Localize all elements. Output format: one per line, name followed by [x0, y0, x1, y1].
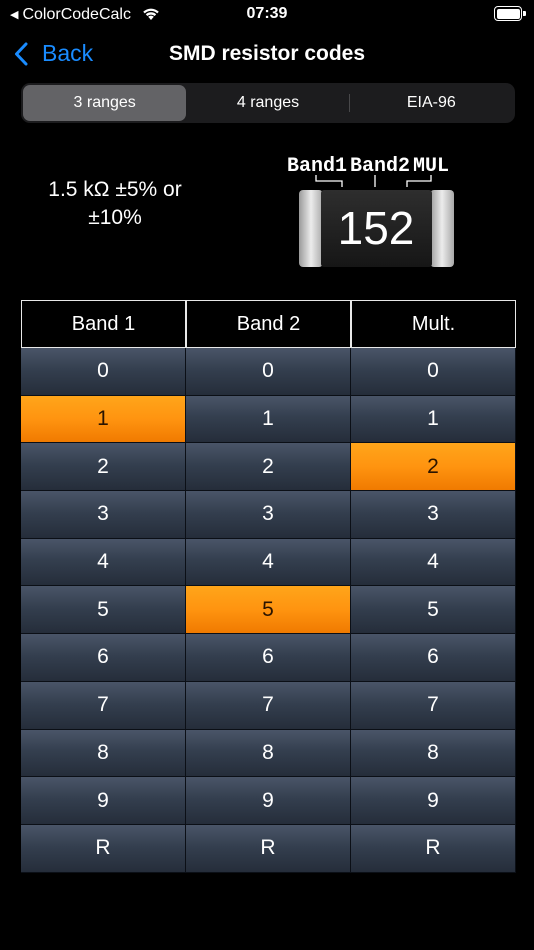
header-band-1: Band 1: [21, 300, 186, 348]
table-row: 777: [21, 681, 516, 730]
band-2-cell[interactable]: 4: [186, 538, 351, 587]
range-segmented-control: 3 ranges 4 ranges EIA-96: [21, 83, 515, 123]
smd-resistor-diagram: Band1 Band2 MUL 152: [287, 155, 454, 267]
resistor-code: 152: [338, 202, 415, 254]
multiplier-cell[interactable]: 2: [351, 443, 516, 492]
band-2-cell[interactable]: 1: [186, 395, 351, 444]
table-row: 888: [21, 729, 516, 778]
band-1-cell[interactable]: 5: [21, 586, 186, 635]
table-row: 999: [21, 777, 516, 825]
table-row: 111: [21, 395, 516, 444]
table-row: 666: [21, 634, 516, 682]
band-2-cell[interactable]: 9: [186, 777, 351, 825]
band-1-cell[interactable]: 9: [21, 777, 186, 825]
segment-3-ranges[interactable]: 3 ranges: [23, 85, 187, 121]
multiplier-cell[interactable]: 4: [351, 538, 516, 587]
band-2-cell[interactable]: 6: [186, 634, 351, 682]
table-row: 000: [21, 348, 516, 396]
mul-label: MUL: [413, 155, 449, 178]
band2-label: Band2: [350, 155, 410, 178]
band-1-cell[interactable]: 8: [21, 729, 186, 778]
segment-4-ranges[interactable]: 4 ranges: [186, 85, 350, 121]
table-row: RRR: [21, 824, 516, 873]
table-row: 444: [21, 538, 516, 587]
page-title: SMD resistor codes: [168, 42, 366, 65]
multiplier-cell[interactable]: 7: [351, 681, 516, 730]
band-1-cell[interactable]: 1: [21, 395, 186, 444]
segment-label: 3 ranges: [73, 94, 136, 111]
resistance-result: 1.5 kΩ ±5% or ±10%: [48, 178, 182, 229]
multiplier-cell[interactable]: 0: [351, 348, 516, 396]
segment-label: 4 ranges: [236, 94, 300, 111]
status-bar: ◀ ColorCodeCalc 07:39: [0, 0, 534, 28]
table-row: 222: [21, 443, 516, 492]
multiplier-cell[interactable]: 8: [351, 729, 516, 778]
band-2-cell[interactable]: 0: [186, 348, 351, 396]
table-row: 555: [21, 586, 516, 635]
table-header: Band 1 Band 2 Mult.: [21, 300, 516, 348]
band-1-cell[interactable]: 7: [21, 681, 186, 730]
header-multiplier: Mult.: [351, 300, 516, 348]
header-band-2: Band 2: [186, 300, 351, 348]
multiplier-cell[interactable]: 1: [351, 395, 516, 444]
band-1-cell[interactable]: 0: [21, 348, 186, 396]
table-body: 000111222333444555666777888999RRR: [21, 348, 516, 873]
band-1-cell[interactable]: 4: [21, 538, 186, 587]
band-1-cell[interactable]: 2: [21, 443, 186, 492]
right-terminal: [430, 190, 454, 267]
band-2-cell[interactable]: 7: [186, 681, 351, 730]
segment-eia-96[interactable]: EIA-96: [350, 85, 513, 121]
multiplier-cell[interactable]: 9: [351, 777, 516, 825]
status-time: 07:39: [246, 5, 288, 22]
band-2-cell[interactable]: 8: [186, 729, 351, 778]
code-table: Band 1 Band 2 Mult. 00011122233344455566…: [21, 300, 516, 873]
table-row: 333: [21, 491, 516, 539]
multiplier-cell[interactable]: 6: [351, 634, 516, 682]
band-2-cell[interactable]: 3: [186, 491, 351, 539]
segment-label: EIA-96: [406, 94, 456, 111]
band-1-cell[interactable]: 6: [21, 634, 186, 682]
band-1-cell[interactable]: 3: [21, 491, 186, 539]
band-1-cell[interactable]: R: [21, 824, 186, 873]
multiplier-cell[interactable]: 3: [351, 491, 516, 539]
battery-icon: [494, 6, 526, 21]
band-2-cell[interactable]: R: [186, 824, 351, 873]
multiplier-cell[interactable]: R: [351, 824, 516, 873]
band-2-cell[interactable]: 5: [186, 586, 351, 635]
multiplier-cell[interactable]: 5: [351, 586, 516, 635]
band1-label: Band1: [287, 155, 347, 178]
navigation-bar: Back SMD resistor codes: [0, 30, 534, 78]
left-terminal: [299, 190, 323, 267]
band-2-cell[interactable]: 2: [186, 443, 351, 492]
